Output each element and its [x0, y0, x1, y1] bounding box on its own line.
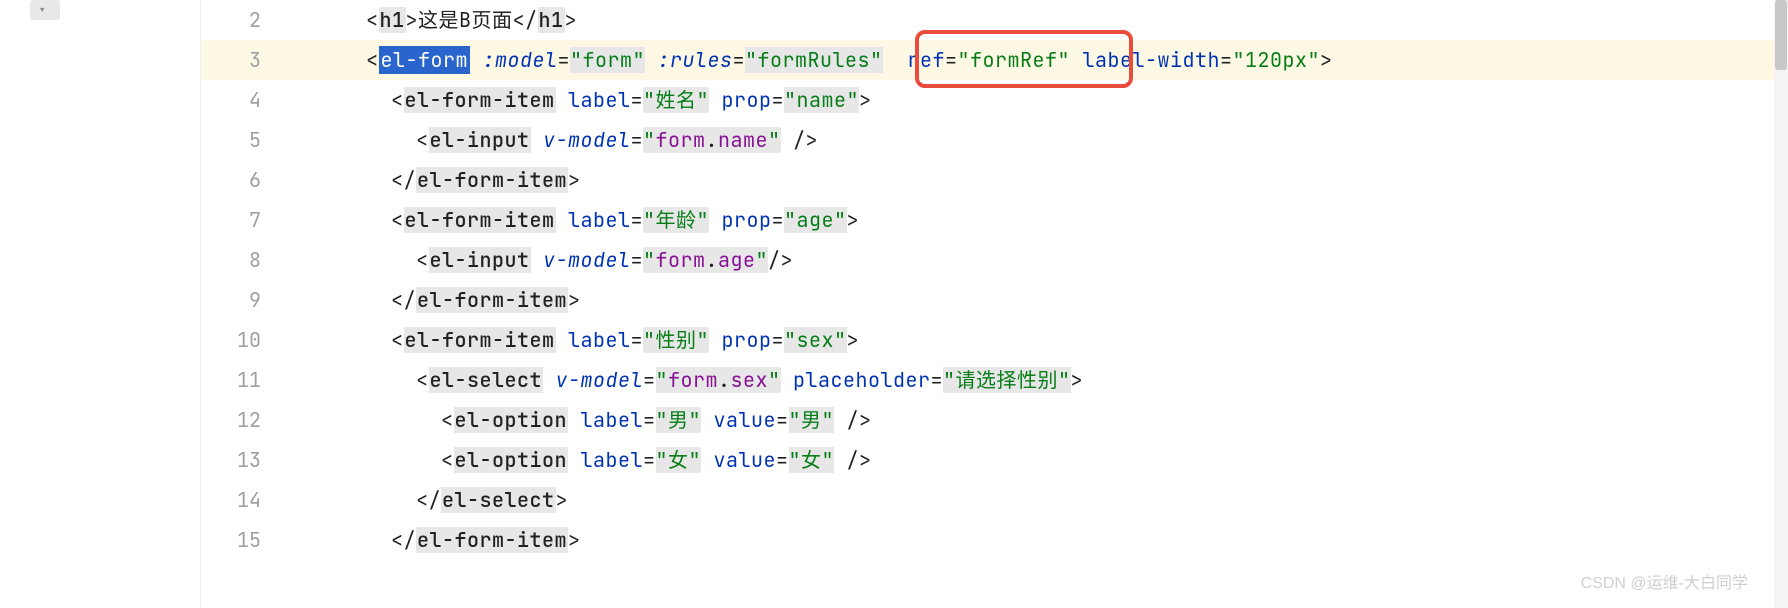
code-line-current[interactable]: 3 <el-form :model="form" :rules="formRul… [201, 40, 1788, 80]
code-line[interactable]: 13 <el-option label="女" value="女" /> [201, 440, 1788, 480]
line-number: 7 [201, 200, 291, 240]
code-line[interactable]: 12 <el-option label="男" value="男" /> [201, 400, 1788, 440]
line-number: 13 [201, 440, 291, 480]
code-line[interactable]: 15 </el-form-item> [201, 520, 1788, 560]
line-number: 8 [201, 240, 291, 280]
code-line[interactable]: 10 <el-form-item label="性别" prop="sex"> [201, 320, 1788, 360]
code-line[interactable]: 14 </el-select> [201, 480, 1788, 520]
line-number: 6 [201, 160, 291, 200]
line-number: 15 [201, 520, 291, 560]
vertical-scrollbar[interactable] [1774, 0, 1788, 608]
line-number: 3 [201, 40, 291, 80]
code-line[interactable]: 8 <el-input v-model="form.age"/> [201, 240, 1788, 280]
collapse-arrow-icon: ▾ [38, 2, 46, 20]
line-number: 14 [201, 480, 291, 520]
code-line[interactable]: 11 <el-select v-model="form.sex" placeho… [201, 360, 1788, 400]
line-number: 2 [201, 0, 291, 40]
line-number: 4 [201, 80, 291, 120]
code-line[interactable]: 4 <el-form-item label="姓名" prop="name"> [201, 80, 1788, 120]
line-number: 12 [201, 400, 291, 440]
code-editor[interactable]: ▾ 2 <h1>这是B页面</h1> 3 <el-form :model="fo… [0, 0, 1788, 608]
code-line[interactable]: 2 <h1>这是B页面</h1> [201, 0, 1788, 40]
line-number: 11 [201, 360, 291, 400]
code-line[interactable]: 6 </el-form-item> [201, 160, 1788, 200]
selection: el-form [379, 46, 471, 74]
code-line[interactable]: 5 <el-input v-model="form.name" /> [201, 120, 1788, 160]
code-line[interactable]: 9 </el-form-item> [201, 280, 1788, 320]
code-area[interactable]: 2 <h1>这是B页面</h1> 3 <el-form :model="form… [201, 0, 1788, 608]
line-number: 10 [201, 320, 291, 360]
left-panel: ▾ [0, 0, 201, 608]
scrollbar-thumb[interactable] [1775, 0, 1787, 70]
code-line[interactable]: 7 <el-form-item label="年龄" prop="age"> [201, 200, 1788, 240]
line-number: 9 [201, 280, 291, 320]
watermark: CSDN @运维-大白同学 [1581, 569, 1748, 593]
line-number: 5 [201, 120, 291, 160]
